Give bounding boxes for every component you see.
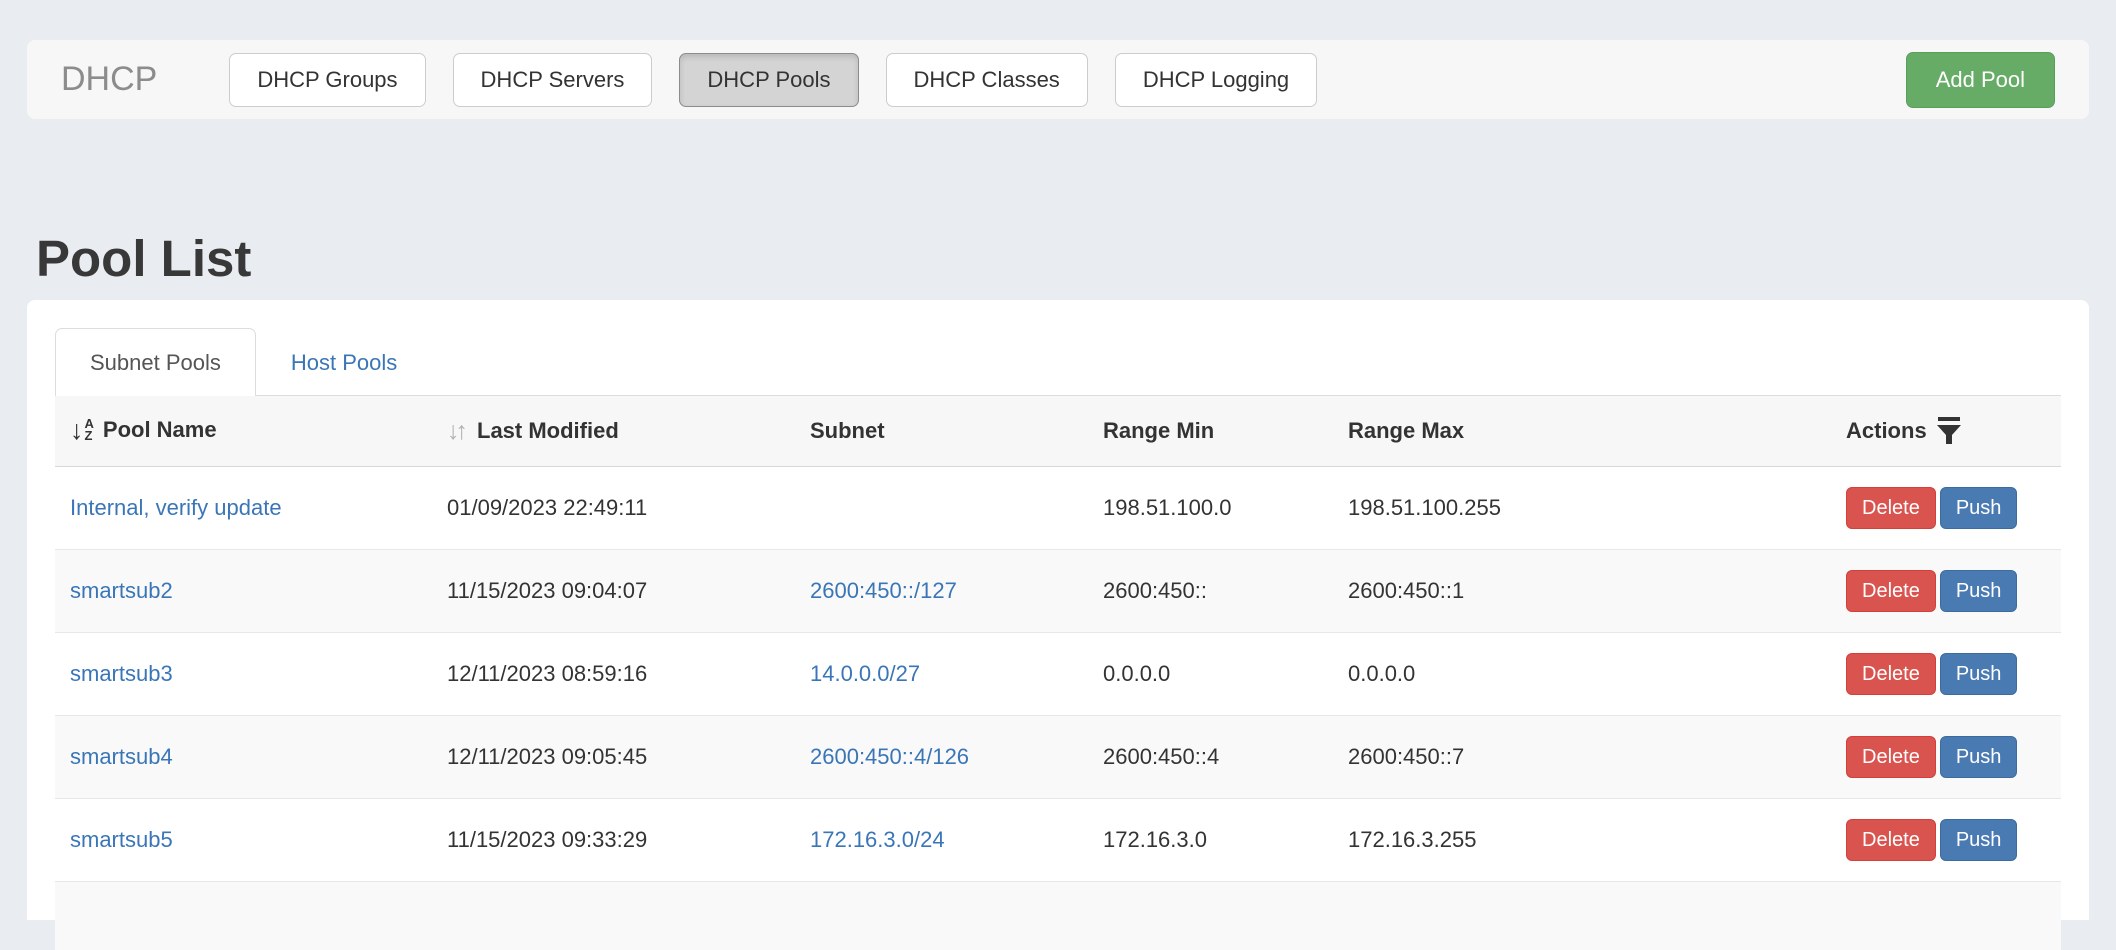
- range-max-cell: 0.0.0.0: [1333, 633, 1831, 716]
- last-modified-cell: 11/15/2023 09:33:29: [432, 799, 795, 882]
- range-min-cell: 198.51.100.0: [1088, 467, 1333, 550]
- delete-button[interactable]: Delete: [1846, 736, 1936, 778]
- push-button[interactable]: Push: [1940, 736, 2018, 778]
- pool-list-card: Subnet Pools Host Pools ↓AZ Pool Name ↓↑…: [27, 300, 2089, 920]
- column-header-actions: Actions: [1831, 396, 2061, 467]
- range-min-cell: 0.0.0.0: [1088, 633, 1333, 716]
- sort-alpha-down-icon: ↓AZ: [70, 417, 94, 444]
- table-row: smartsub4 12/11/2023 09:05:45 2600:450::…: [55, 716, 2061, 799]
- subnet-link[interactable]: 172.16.3.0/24: [810, 827, 945, 852]
- push-button[interactable]: Push: [1940, 487, 2018, 529]
- delete-button[interactable]: Delete: [1846, 819, 1936, 861]
- nav-dhcp-pools-button[interactable]: DHCP Pools: [679, 53, 858, 107]
- nav-dhcp-logging-button[interactable]: DHCP Logging: [1115, 53, 1317, 107]
- pool-tabs: Subnet Pools Host Pools: [55, 328, 2061, 396]
- range-max-cell: 198.51.100.255: [1333, 467, 1831, 550]
- pool-name-link[interactable]: smartsub4: [70, 744, 173, 769]
- range-min-cell: 172.16.3.0: [1088, 799, 1333, 882]
- add-pool-button[interactable]: Add Pool: [1906, 52, 2055, 108]
- pool-name-link[interactable]: Internal, verify update: [70, 495, 282, 520]
- nav-button-group: DHCP Groups DHCP Servers DHCP Pools DHCP…: [229, 53, 1317, 107]
- tab-host-pools[interactable]: Host Pools: [256, 328, 432, 396]
- range-max-cell: 2600:450::1: [1333, 550, 1831, 633]
- pool-name-link[interactable]: smartsub5: [70, 827, 173, 852]
- push-button[interactable]: Push: [1940, 819, 2018, 861]
- last-modified-cell: 12/11/2023 08:59:16: [432, 633, 795, 716]
- table-row: smartsub3 12/11/2023 08:59:16 14.0.0.0/2…: [55, 633, 2061, 716]
- last-modified-cell: 11/15/2023 09:04:07: [432, 550, 795, 633]
- delete-button[interactable]: Delete: [1846, 487, 1936, 529]
- table-row: smartsub2 11/15/2023 09:04:07 2600:450::…: [55, 550, 2061, 633]
- range-min-cell: 2600:450::4: [1088, 716, 1333, 799]
- table-row: Internal, verify update 01/09/2023 22:49…: [55, 467, 2061, 550]
- nav-dhcp-classes-button[interactable]: DHCP Classes: [886, 53, 1088, 107]
- column-header-pool-name[interactable]: ↓AZ Pool Name: [55, 396, 432, 467]
- table-row-partial: [55, 882, 2061, 950]
- table-row: smartsub5 11/15/2023 09:33:29 172.16.3.0…: [55, 799, 2061, 882]
- subnet-link[interactable]: 2600:450::4/126: [810, 744, 969, 769]
- nav-dhcp-servers-button[interactable]: DHCP Servers: [453, 53, 653, 107]
- column-header-range-max: Range Max: [1333, 396, 1831, 467]
- subnet-link[interactable]: 14.0.0.0/27: [810, 661, 920, 686]
- pool-table: ↓AZ Pool Name ↓↑ Last Modified Subnet Ra…: [55, 396, 2061, 950]
- delete-button[interactable]: Delete: [1846, 570, 1936, 612]
- nav-dhcp-groups-button[interactable]: DHCP Groups: [229, 53, 425, 107]
- tab-subnet-pools[interactable]: Subnet Pools: [55, 328, 256, 396]
- column-header-range-min: Range Min: [1088, 396, 1333, 467]
- page-title: Pool List: [36, 228, 251, 290]
- filter-icon[interactable]: [1936, 416, 1962, 446]
- range-min-cell: 2600:450::: [1088, 550, 1333, 633]
- last-modified-cell: 12/11/2023 09:05:45: [432, 716, 795, 799]
- table-header-row: ↓AZ Pool Name ↓↑ Last Modified Subnet Ra…: [55, 396, 2061, 467]
- push-button[interactable]: Push: [1940, 570, 2018, 612]
- delete-button[interactable]: Delete: [1846, 653, 1936, 695]
- range-max-cell: 2600:450::7: [1333, 716, 1831, 799]
- top-nav-bar: DHCP DHCP Groups DHCP Servers DHCP Pools…: [27, 40, 2089, 119]
- pool-name-link[interactable]: smartsub3: [70, 661, 173, 686]
- push-button[interactable]: Push: [1940, 653, 2018, 695]
- column-header-subnet: Subnet: [795, 396, 1088, 467]
- pool-name-link[interactable]: smartsub2: [70, 578, 173, 603]
- last-modified-cell: 01/09/2023 22:49:11: [432, 467, 795, 550]
- subnet-link[interactable]: 2600:450::/127: [810, 578, 957, 603]
- range-max-cell: 172.16.3.255: [1333, 799, 1831, 882]
- sort-updown-icon: ↓↑: [447, 417, 464, 445]
- brand-label: DHCP: [61, 60, 157, 99]
- column-header-last-modified[interactable]: ↓↑ Last Modified: [432, 396, 795, 467]
